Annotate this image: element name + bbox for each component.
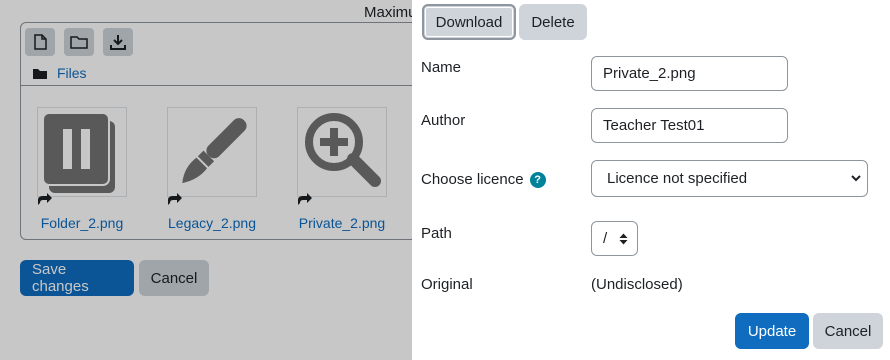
help-icon[interactable]: ? — [529, 171, 546, 188]
file-manager-box: Files Folder_2.png Legacy_2.png Private_… — [20, 22, 440, 240]
author-label: Author — [421, 112, 466, 129]
download-all-button[interactable] — [103, 28, 133, 56]
file-item[interactable]: Legacy_2.png — [157, 107, 267, 231]
licence-label-row: Choose licence ? — [421, 171, 546, 188]
path-selected-value: / — [603, 230, 608, 247]
file-item[interactable]: Private_2.png — [287, 107, 397, 231]
cancel-button[interactable]: Cancel — [139, 260, 209, 296]
chevron-down-icon — [851, 175, 861, 182]
folder-icon — [70, 36, 88, 49]
save-changes-button[interactable]: Save changes — [20, 260, 134, 296]
delete-button[interactable]: Delete — [519, 4, 587, 40]
cancel-button[interactable]: Cancel — [813, 313, 883, 349]
file-name[interactable]: Legacy_2.png — [157, 215, 267, 231]
pause-file-icon — [42, 112, 115, 193]
add-file-button[interactable] — [25, 28, 55, 56]
share-arrow-icon — [38, 193, 52, 205]
share-arrow-icon — [298, 193, 312, 205]
zoom-in-icon — [305, 113, 381, 187]
file-item[interactable]: Folder_2.png — [27, 107, 137, 231]
folder-icon — [33, 68, 47, 79]
original-label: Original — [421, 276, 473, 293]
file-path-breadcrumb: Files — [33, 65, 87, 81]
licence-label: Choose licence — [421, 171, 524, 188]
share-arrow-icon — [168, 193, 182, 205]
file-name[interactable]: Folder_2.png — [27, 215, 137, 231]
paintbrush-icon — [182, 118, 247, 184]
path-files-link[interactable]: Files — [57, 65, 87, 81]
path-label: Path — [421, 225, 452, 242]
name-field[interactable] — [591, 56, 788, 91]
update-button[interactable]: Update — [735, 313, 809, 349]
download-button[interactable]: Download — [422, 4, 516, 40]
file-name[interactable]: Private_2.png — [287, 215, 397, 231]
max-size-label: Maximu — [364, 4, 417, 21]
updown-arrows-icon — [619, 233, 628, 245]
create-folder-button[interactable] — [64, 28, 94, 56]
file-icon — [34, 34, 47, 50]
divider — [21, 85, 439, 86]
file-details-dialog: Download Delete Name Author Choose licen… — [412, 0, 890, 360]
file-thumbnail — [37, 107, 127, 205]
author-field[interactable] — [591, 108, 788, 143]
licence-select[interactable]: Licence not specified — [591, 160, 868, 197]
name-label: Name — [421, 59, 462, 76]
original-value: (Undisclosed) — [591, 276, 683, 293]
file-thumbnail — [167, 107, 257, 205]
file-thumbnail — [297, 107, 387, 205]
licence-selected-value: Licence not specified — [607, 170, 748, 187]
path-select[interactable]: / — [591, 221, 638, 256]
download-icon — [110, 35, 126, 50]
